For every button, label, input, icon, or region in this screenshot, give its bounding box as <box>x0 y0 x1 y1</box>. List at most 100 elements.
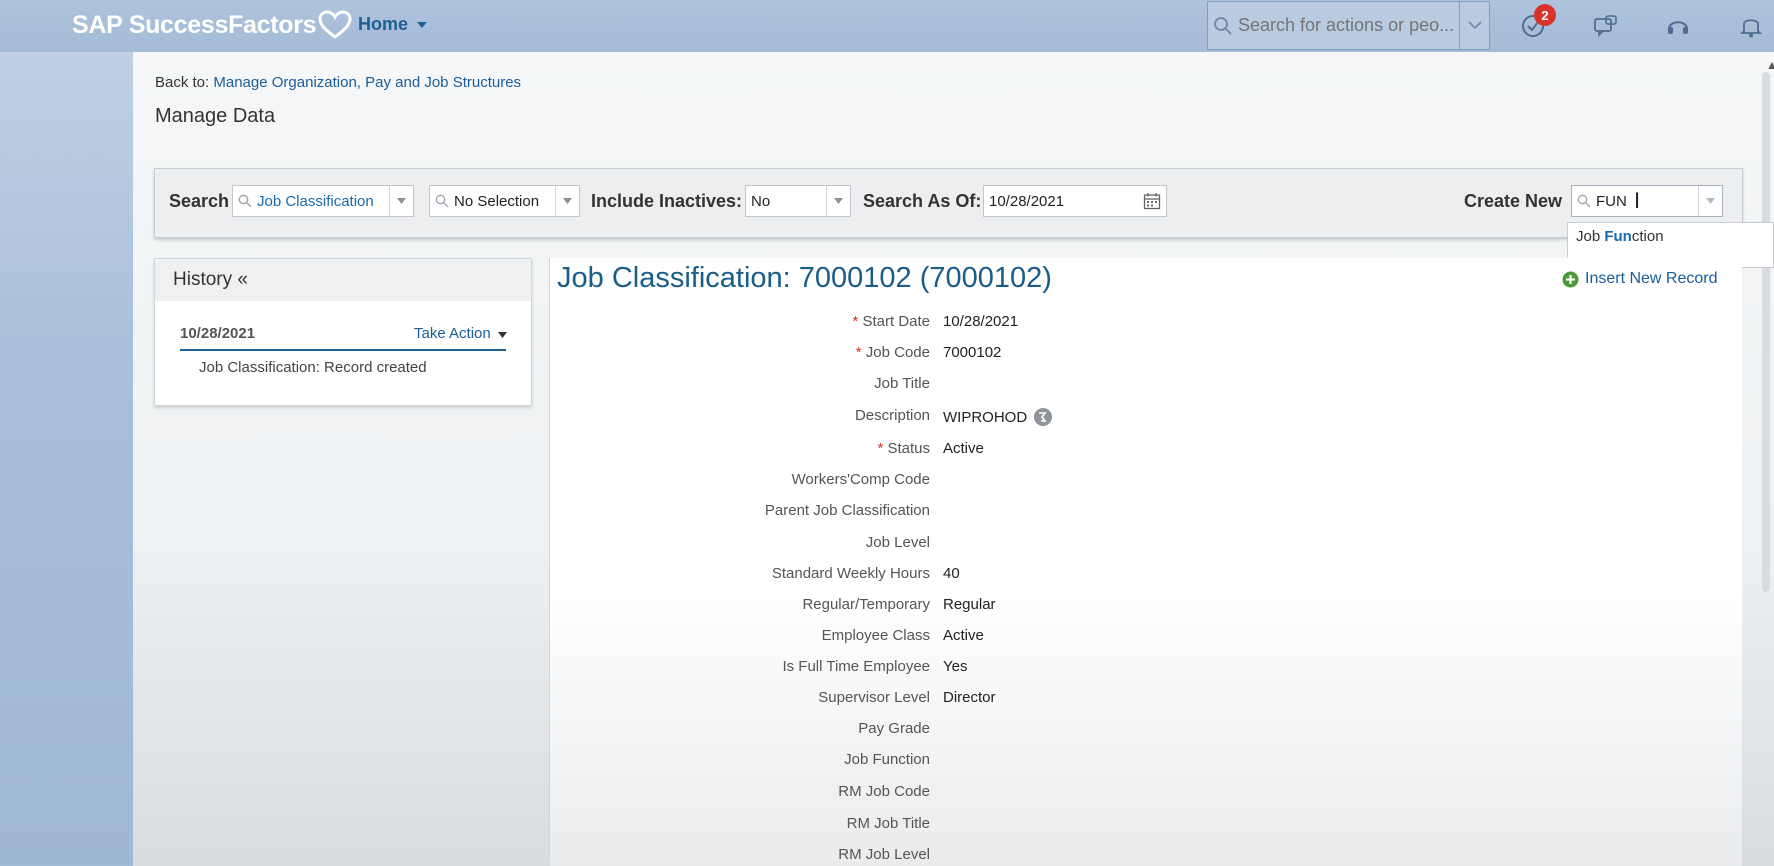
search-as-of-date-field[interactable]: 10/28/2021 <box>983 185 1167 217</box>
required-marker: * <box>852 313 863 330</box>
object-type-combobox[interactable]: Job Classification <box>232 185 414 217</box>
suggestion-match: Fun <box>1604 228 1632 245</box>
chevron-down-icon[interactable] <box>555 186 579 216</box>
field-label: Standard Weekly Hours <box>530 565 930 582</box>
field-label-text: Description <box>854 407 930 424</box>
field-label: * Job Code <box>530 344 930 361</box>
take-action-label: Take Action <box>414 325 491 342</box>
field-label-text: Job Function <box>844 751 930 768</box>
required-marker: * <box>877 440 888 457</box>
home-label: Home <box>358 14 409 34</box>
search-as-of-label: Search As Of: <box>863 191 982 211</box>
field-value: 10/28/2021 <box>943 313 1018 330</box>
field-label: * Status <box>530 440 930 457</box>
record-value: No Selection <box>454 192 540 210</box>
search-scope-dropdown[interactable] <box>1459 2 1489 49</box>
calendar-icon[interactable] <box>1138 192 1166 210</box>
history-divider <box>180 349 506 351</box>
field-label: Is Full Time Employee <box>530 658 930 675</box>
take-action-menu[interactable]: Take Action <box>414 325 507 342</box>
create-new-label: Create New <box>1464 191 1563 211</box>
record-title: Job Classification: 7000102 (7000102) <box>557 262 1052 294</box>
field-row: Employee Class Active <box>560 627 1260 649</box>
field-row: Pay Grade <box>560 720 1260 742</box>
field-row: * Status Active <box>560 440 1260 462</box>
object-type-value: Job Classification <box>257 192 374 210</box>
field-label-text: Parent Job Classification <box>764 502 930 519</box>
create-new-input-value[interactable]: FUN <box>1596 193 1698 210</box>
field-row: Job Function <box>560 751 1260 773</box>
scroll-up-arrow-icon[interactable]: ▲ <box>1766 58 1774 72</box>
field-row: Job Title <box>560 375 1260 397</box>
field-label-text: Workers'Comp Code <box>791 471 930 488</box>
field-label: RM Job Code <box>530 783 930 800</box>
breadcrumb-prefix: Back to: <box>155 74 210 91</box>
field-label: RM Job Title <box>530 815 930 832</box>
sap-successfactors-logo[interactable]: SAP SuccessFactors <box>72 10 352 40</box>
search-icon <box>233 194 257 208</box>
field-label-text: RM Job Title <box>846 815 930 832</box>
insert-new-record-label: Insert New Record <box>1585 270 1718 287</box>
field-row: * Start Date 10/28/2021 <box>560 313 1260 335</box>
global-search-input[interactable] <box>1238 15 1453 36</box>
field-row: Workers'Comp Code <box>560 471 1260 493</box>
field-value-text: 10/28/2021 <box>943 313 1019 330</box>
include-inactives-select[interactable]: No <box>745 185 851 217</box>
field-label: * Start Date <box>530 313 930 330</box>
field-label: Supervisor Level <box>530 689 930 706</box>
field-value-text: Regular <box>943 596 996 613</box>
field-label-text: Job Level <box>865 534 930 551</box>
field-row: Supervisor Level Director <box>560 689 1260 711</box>
field-label: Workers'Comp Code <box>530 471 930 488</box>
create-new-combobox[interactable]: FUN <box>1571 185 1723 217</box>
history-list: 10/28/2021 Take Action Job Classificatio… <box>155 301 531 405</box>
field-value-text: Active <box>943 627 984 644</box>
breadcrumb-link[interactable]: Manage Organization, Pay and Job Structu… <box>213 74 521 91</box>
record-combobox[interactable]: No Selection <box>429 185 580 217</box>
field-label: Job Function <box>530 751 930 768</box>
field-label-text: Employee Class <box>821 627 930 644</box>
vertical-scrollbar[interactable] <box>1762 72 1770 592</box>
field-row: RM Job Code <box>560 783 1260 805</box>
field-label-text: Is Full Time Employee <box>782 658 930 675</box>
field-value: Regular <box>943 596 996 613</box>
feedback-icon[interactable] <box>1592 13 1618 44</box>
insert-new-record-link[interactable]: Insert New Record <box>1562 270 1718 288</box>
field-label-text: RM Job Level <box>838 846 930 863</box>
home-menu[interactable]: Home <box>358 14 428 35</box>
search-as-of-value: 10/28/2021 <box>989 192 1065 210</box>
history-panel: History « 10/28/2021 Take Action Job Cla… <box>154 258 532 406</box>
field-label: Regular/Temporary <box>530 596 930 613</box>
chevron-down-icon <box>1467 21 1482 30</box>
translate-globe-icon[interactable] <box>1033 407 1053 427</box>
include-inactives-label: Include Inactives: <box>591 191 743 211</box>
field-value-text: 40 <box>943 565 960 582</box>
field-value-text: Director <box>943 689 996 706</box>
brand-name: SAP SuccessFactors <box>72 10 317 39</box>
global-search[interactable] <box>1207 1 1490 50</box>
history-entry[interactable]: Job Classification: Record created <box>199 359 427 376</box>
suggestion-prefix: Job <box>1576 228 1605 245</box>
page-title: Manage Data <box>155 105 276 127</box>
field-value: Yes <box>943 658 967 675</box>
field-row: * Job Code 7000102 <box>560 344 1260 366</box>
history-title[interactable]: History « <box>173 269 248 291</box>
field-row: Description WIPROHOD <box>560 407 1260 429</box>
chevron-down-icon[interactable] <box>826 186 850 216</box>
chevron-down-icon[interactable] <box>389 186 413 216</box>
field-label: Employee Class <box>530 627 930 644</box>
chevron-down-icon <box>417 21 428 28</box>
field-row: Regular/Temporary Regular <box>560 596 1260 618</box>
notification-badge: 2 <box>1534 4 1556 26</box>
field-value: WIPROHOD <box>943 407 1053 427</box>
field-label-text: RM Job Code <box>838 783 930 800</box>
help-headset-icon[interactable] <box>1665 13 1691 44</box>
search-label: Search <box>169 191 230 211</box>
suggestion-suffix: ction <box>1631 228 1664 245</box>
field-value: 7000102 <box>943 344 1001 361</box>
search-icon <box>1208 16 1238 36</box>
field-value-text: WIPROHOD <box>943 408 1028 426</box>
chevron-down-icon[interactable] <box>1698 186 1722 216</box>
bell-icon[interactable] <box>1739 13 1763 44</box>
include-inactives-value: No <box>751 192 771 210</box>
